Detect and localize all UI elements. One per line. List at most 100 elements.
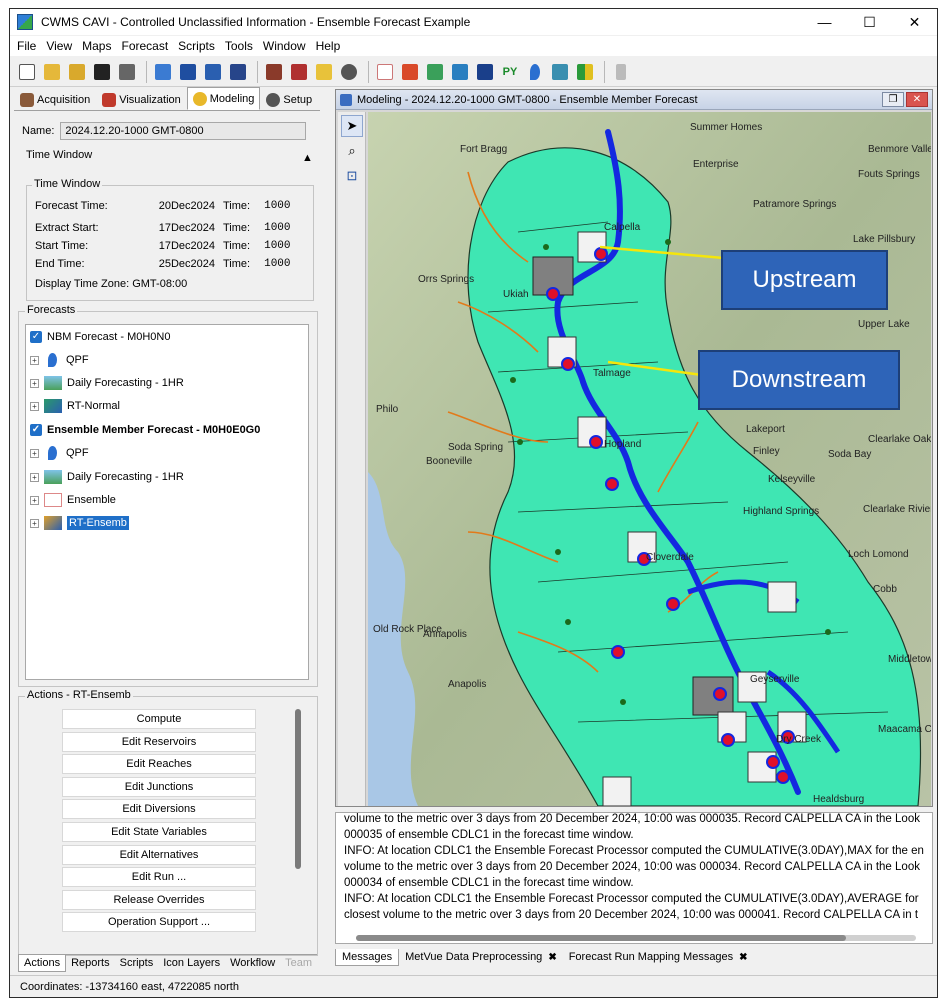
tab-metvue-data-preprocessing[interactable]: MetVue Data Preprocessing ✖ [399,949,563,965]
expand-icon[interactable]: + [30,355,39,365]
expand-icon[interactable]: + [30,378,39,388]
checkbox-checked-icon[interactable]: ✓ [30,424,42,436]
tab-acquisition[interactable]: Acquisition [14,89,96,110]
junction-node-icon[interactable] [605,477,619,491]
compute-button[interactable]: Compute [62,709,256,729]
release-overrides-button[interactable]: Release Overrides [62,890,256,910]
tree-row-ensemble[interactable]: + Ensemble [30,491,116,509]
tab-actions[interactable]: Actions [18,955,67,972]
chart-button[interactable] [449,61,471,83]
window-button[interactable] [227,61,249,83]
tree-row-daily-forecasting-ensemble[interactable]: + Daily Forecasting - 1HR [30,468,184,486]
edit-alternatives-button[interactable]: Edit Alternatives [62,845,256,865]
table-button[interactable] [399,61,421,83]
tab-messages[interactable]: Messages [335,948,400,966]
gage-marker-icon[interactable] [517,439,523,445]
new-file-button[interactable] [16,61,38,83]
junction-node-icon[interactable] [776,770,790,784]
tab-icon-layers[interactable]: Icon Layers [158,955,225,972]
messages-scroll-thumb[interactable] [356,935,846,941]
water-button[interactable] [524,61,546,83]
tools-button[interactable] [263,61,285,83]
tree-row-rt-ensemb[interactable]: + RT-Ensemb [30,514,129,532]
gage-marker-icon[interactable] [620,699,626,705]
junction-node-icon[interactable] [721,733,735,747]
junction-node-icon[interactable] [666,597,680,611]
close-tab-icon[interactable]: ✖ [739,952,747,963]
map-view-button[interactable] [424,61,446,83]
menu-maps[interactable]: Maps [77,39,116,53]
measure-button[interactable] [288,61,310,83]
junction-node-icon[interactable] [594,247,608,261]
tab-modeling[interactable]: Modeling [186,87,261,110]
bar-chart-button[interactable] [574,61,596,83]
junction-node-icon[interactable] [561,357,575,371]
zoom-icon[interactable]: ⌕ [341,140,363,162]
tab-reports[interactable]: Reports [66,955,115,972]
actions-scrollbar[interactable] [295,709,301,869]
hydrograph-button[interactable] [374,61,396,83]
map-layout-button[interactable] [177,61,199,83]
gage-marker-icon[interactable] [565,619,571,625]
tab-scripts[interactable]: Scripts [115,955,159,972]
open-folder-button[interactable] [41,61,63,83]
menu-window[interactable]: Window [258,39,311,53]
tree-row-ensemble-forecast[interactable]: ✓ Ensemble Member Forecast - M0H0E0G0 [30,421,260,439]
restore-button[interactable]: ❐ [882,92,904,107]
tab-visualization[interactable]: Visualization [96,89,187,110]
menu-view[interactable]: View [41,39,77,53]
gage-marker-icon[interactable] [555,549,561,555]
tree-row-nbm-forecast[interactable]: ✓ NBM Forecast - M0H0N0 [30,328,170,346]
junction-node-icon[interactable] [611,645,625,659]
minimize-button[interactable]: — [802,9,847,35]
edit-junctions-button[interactable]: Edit Junctions [62,777,256,797]
expand-icon[interactable]: + [30,401,39,411]
select-arrow-icon[interactable]: ➤ [341,115,363,137]
tab-setup[interactable]: Setup [260,89,318,110]
hydrograph-icon[interactable] [767,581,797,613]
expand-icon[interactable]: + [30,495,39,505]
close-tab-icon[interactable]: ✖ [548,952,556,963]
menu-tools[interactable]: Tools [220,39,258,53]
edit-reaches-button[interactable]: Edit Reaches [62,754,256,774]
print-button[interactable] [116,61,138,83]
map-view[interactable]: Fort Bragg Summer Homes Benmore Valley E… [368,112,931,806]
grid-button[interactable] [474,61,496,83]
save-button[interactable] [91,61,113,83]
reservoir-icon[interactable] [692,676,734,716]
menu-scripts[interactable]: Scripts [173,39,220,53]
settings-button[interactable] [338,61,360,83]
open-project-button[interactable] [66,61,88,83]
checkbox-checked-icon[interactable]: ✓ [30,331,42,343]
edit-reservoirs-button[interactable]: Edit Reservoirs [62,732,256,752]
hydrograph-icon[interactable] [602,776,632,806]
display-button[interactable] [202,61,224,83]
map-canvas[interactable]: Fort Bragg Summer Homes Benmore Valley E… [368,112,931,806]
modeling-close-button[interactable]: ✕ [906,92,928,107]
junction-node-icon[interactable] [546,287,560,301]
tab-forecast-run-mapping-messages[interactable]: Forecast Run Mapping Messages ✖ [563,949,754,965]
edit-state-variables-button[interactable]: Edit State Variables [62,822,256,842]
expand-icon[interactable]: + [30,448,39,458]
gage-marker-icon[interactable] [543,244,549,250]
python-button[interactable]: PY [499,61,521,83]
layer-toggle-icon[interactable]: ⊡ [341,165,363,187]
junction-node-icon[interactable] [713,687,727,701]
close-button[interactable]: ✕ [892,9,937,35]
maximize-button[interactable]: ☐ [847,9,892,35]
expand-icon[interactable]: + [30,518,39,528]
gage-marker-icon[interactable] [825,629,831,635]
tab-workflow[interactable]: Workflow [225,955,280,972]
junction-node-icon[interactable] [766,755,780,769]
pointer-button[interactable] [610,61,632,83]
collapse-icon[interactable]: ▲ [302,152,313,164]
tree-row-qpf[interactable]: + QPF [30,351,89,369]
operation-support-button[interactable]: Operation Support ... [62,912,256,932]
menu-help[interactable]: Help [311,39,346,53]
junction-node-icon[interactable] [589,435,603,449]
menu-forecast[interactable]: Forecast [116,39,173,53]
expand-icon[interactable]: + [30,472,39,482]
gage-marker-icon[interactable] [665,239,671,245]
tree-row-qpf-ensemble[interactable]: + QPF [30,444,89,462]
edit-run-button[interactable]: Edit Run ... [62,867,256,887]
